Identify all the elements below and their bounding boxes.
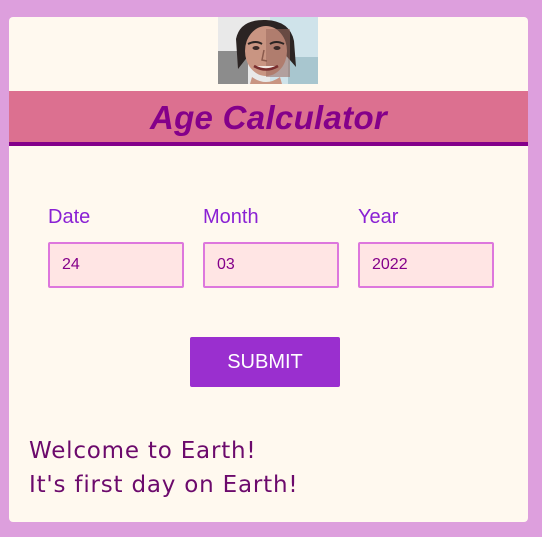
month-input[interactable]: 03 xyxy=(203,242,339,288)
date-input[interactable]: 24 xyxy=(48,242,184,288)
month-label: Month xyxy=(203,206,259,228)
year-label: Year xyxy=(358,206,399,228)
submit-button[interactable]: SUBMIT xyxy=(190,337,340,387)
year-input[interactable]: 2022 xyxy=(358,242,494,288)
page-title: Age Calculator xyxy=(149,99,388,136)
app-header: Age Calculator xyxy=(9,91,528,146)
result-line-age: It's first day on Earth! xyxy=(29,472,299,498)
calculator-card: Age Calculator Date 24 Month 03 Year 202… xyxy=(9,17,528,522)
aging-face-photo xyxy=(218,17,318,84)
result-message: Welcome to Earth! It's first day on Eart… xyxy=(29,434,298,502)
result-line-welcome: Welcome to Earth! xyxy=(29,438,257,464)
date-label: Date xyxy=(48,206,91,228)
aging-face-image xyxy=(218,17,318,84)
